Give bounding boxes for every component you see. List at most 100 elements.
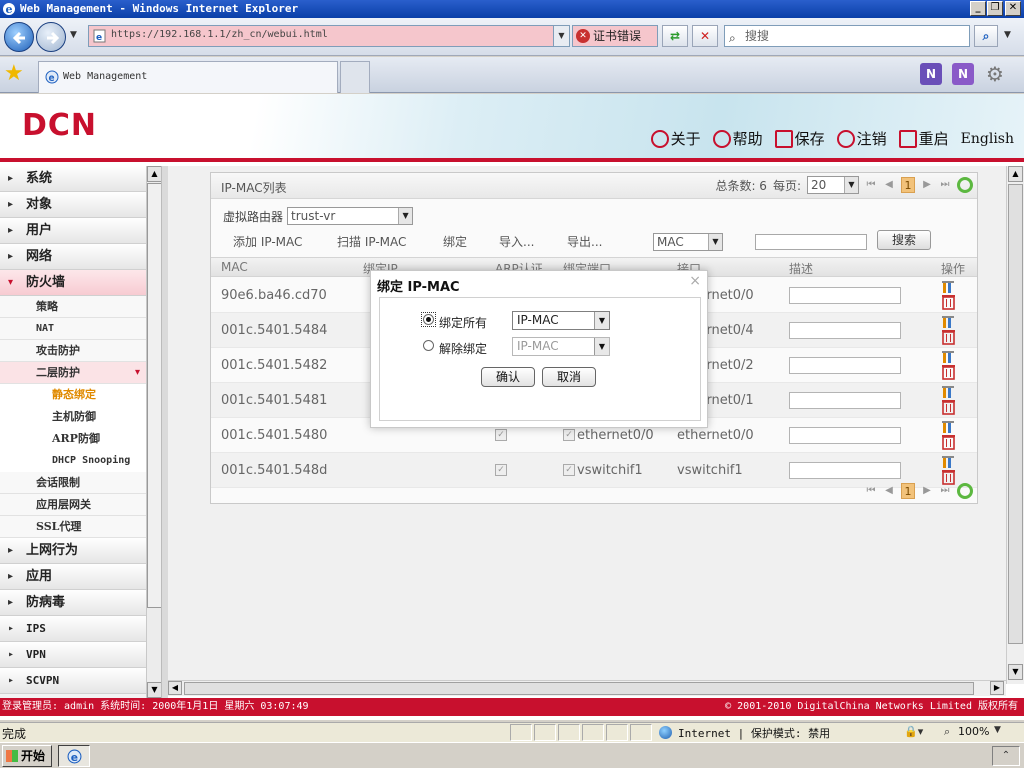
sidebar-item-host-defense[interactable]: 主机防御	[0, 406, 146, 428]
prev-page-icon[interactable]: ◀	[883, 484, 895, 498]
next-page-icon[interactable]: ▶	[921, 484, 933, 498]
search-go-button[interactable]: ⌕	[974, 25, 998, 47]
onenote-icon[interactable]: N	[920, 63, 942, 85]
refresh-list-icon[interactable]	[957, 177, 973, 193]
current-page[interactable]: 1	[901, 483, 915, 499]
description-input[interactable]	[789, 357, 901, 374]
scroll-up-icon[interactable]: ▲	[147, 166, 161, 182]
back-button[interactable]	[4, 22, 34, 52]
unbind-radio[interactable]	[423, 340, 434, 351]
edit-icon[interactable]	[942, 316, 954, 328]
bind-port-checkbox[interactable]: ✓	[563, 464, 575, 476]
logout-link[interactable]: 注销	[836, 128, 887, 149]
import-button[interactable]: 导入...	[499, 233, 534, 250]
search-text-input[interactable]	[755, 234, 867, 250]
sidebar-item-policy[interactable]: 策略	[0, 296, 146, 318]
delete-icon[interactable]	[942, 470, 955, 485]
arp-auth-checkbox[interactable]: ✓	[495, 429, 507, 441]
protected-mode-icon[interactable]: 🔒▾	[904, 725, 923, 738]
bind-port-checkbox[interactable]: ✓	[563, 429, 575, 441]
start-button[interactable]: 开始	[2, 745, 52, 767]
filter-field-select[interactable]: MAC ▼	[653, 233, 723, 251]
delete-icon[interactable]	[942, 400, 955, 415]
zoom-level[interactable]: 100%	[958, 725, 989, 738]
sidebar-scrollbar[interactable]: ▲ ▼	[146, 166, 161, 700]
certificate-error-button[interactable]: ✕ 证书错误	[572, 25, 658, 47]
export-button[interactable]: 导出...	[567, 233, 602, 250]
prev-page-icon[interactable]: ◀	[883, 178, 895, 192]
save-link[interactable]: 保存	[774, 128, 825, 149]
arp-auth-checkbox[interactable]: ✓	[495, 464, 507, 476]
edit-icon[interactable]	[942, 456, 954, 468]
help-link[interactable]: 帮助	[712, 128, 763, 149]
taskbar-ie-button[interactable]: e	[58, 745, 90, 767]
sidebar-item-antivirus[interactable]: 防病毒	[0, 590, 146, 616]
close-icon[interactable]: ×	[689, 273, 701, 289]
address-dropdown-icon[interactable]: ▼	[553, 26, 569, 46]
favorites-star-icon[interactable]: ★	[4, 63, 24, 85]
tray-expand-button[interactable]: ⌃	[992, 746, 1020, 766]
description-input[interactable]	[789, 392, 901, 409]
description-input[interactable]	[789, 462, 901, 479]
scroll-down-icon[interactable]: ▼	[147, 682, 161, 698]
cancel-button[interactable]: 取消	[542, 367, 596, 387]
new-tab-button[interactable]	[340, 61, 370, 93]
last-page-icon[interactable]: ⏭	[939, 484, 951, 498]
onenote-send-icon[interactable]: N	[952, 63, 974, 85]
content-scroll-down-icon[interactable]: ▼	[1008, 664, 1023, 680]
delete-icon[interactable]	[942, 365, 955, 380]
content-horizontal-scrollbar[interactable]: ◀ ▶	[168, 680, 1006, 696]
scroll-left-icon[interactable]: ◀	[168, 681, 182, 695]
last-page-icon[interactable]: ⏭	[939, 178, 951, 192]
sidebar-scroll-thumb[interactable]	[147, 183, 161, 608]
edit-icon[interactable]	[942, 281, 954, 293]
close-window-button[interactable]: ✕	[1005, 1, 1021, 16]
sidebar-item-vpn[interactable]: VPN	[0, 642, 146, 668]
sidebar-item-applications[interactable]: 应用	[0, 564, 146, 590]
first-page-icon[interactable]: ⏮	[865, 178, 877, 192]
tab-web-management[interactable]: e Web Management	[38, 61, 338, 93]
sidebar-item-nat[interactable]: NAT	[0, 318, 146, 340]
delete-icon[interactable]	[942, 295, 955, 310]
content-scroll-up-icon[interactable]: ▲	[1008, 166, 1023, 182]
refresh-list-icon[interactable]	[957, 483, 973, 499]
bind-all-select[interactable]: IP-MAC ▼	[512, 311, 610, 330]
restart-link[interactable]: 重启	[898, 128, 949, 149]
unbind-select[interactable]: IP-MAC ▼	[512, 337, 610, 356]
description-input[interactable]	[789, 427, 901, 444]
first-page-icon[interactable]: ⏮	[865, 484, 877, 498]
sidebar-item-layer2-protection[interactable]: 二层防护	[0, 362, 146, 384]
content-scroll-thumb[interactable]	[1008, 184, 1023, 644]
restore-button[interactable]: ❐	[987, 1, 1003, 16]
edit-icon[interactable]	[942, 351, 954, 363]
delete-icon[interactable]	[942, 330, 955, 345]
language-link[interactable]: English	[961, 128, 1014, 149]
search-options-icon[interactable]: ▼	[1004, 30, 1011, 40]
bind-button[interactable]: 绑定	[443, 233, 467, 250]
stop-button[interactable]: ✕	[692, 25, 718, 47]
sidebar-item-users[interactable]: 用户	[0, 218, 146, 244]
add-ip-mac-button[interactable]: 添加 IP-MAC	[233, 233, 302, 250]
per-page-select[interactable]: 20 ▼	[807, 176, 859, 194]
sidebar-item-internet-behavior[interactable]: 上网行为	[0, 538, 146, 564]
sidebar-item-static-binding[interactable]: 静态绑定	[0, 384, 146, 406]
content-vertical-scrollbar[interactable]: ▲ ▼	[1006, 166, 1024, 684]
sidebar-item-firewall[interactable]: 防火墙	[0, 270, 146, 296]
forward-button[interactable]	[36, 22, 66, 52]
security-zone[interactable]: Internet | 保护模式: 禁用	[678, 725, 830, 741]
sidebar-item-network[interactable]: 网络	[0, 244, 146, 270]
horizontal-scroll-thumb[interactable]	[184, 682, 974, 695]
sidebar-item-alg[interactable]: 应用层网关	[0, 494, 146, 516]
edit-icon[interactable]	[942, 421, 954, 433]
edit-icon[interactable]	[942, 386, 954, 398]
description-input[interactable]	[789, 287, 901, 304]
sidebar-item-ips[interactable]: IPS	[0, 616, 146, 642]
sidebar-item-ssl-proxy[interactable]: SSL代理	[0, 516, 146, 538]
sidebar-item-system[interactable]: 系统	[0, 166, 146, 192]
delete-icon[interactable]	[942, 435, 955, 450]
about-link[interactable]: 关于	[650, 128, 701, 149]
sidebar-item-objects[interactable]: 对象	[0, 192, 146, 218]
history-dropdown-icon[interactable]: ▼	[70, 30, 77, 40]
gear-icon[interactable]: ⚙	[984, 63, 1006, 85]
zoom-dropdown-icon[interactable]: ▼	[994, 725, 1001, 735]
